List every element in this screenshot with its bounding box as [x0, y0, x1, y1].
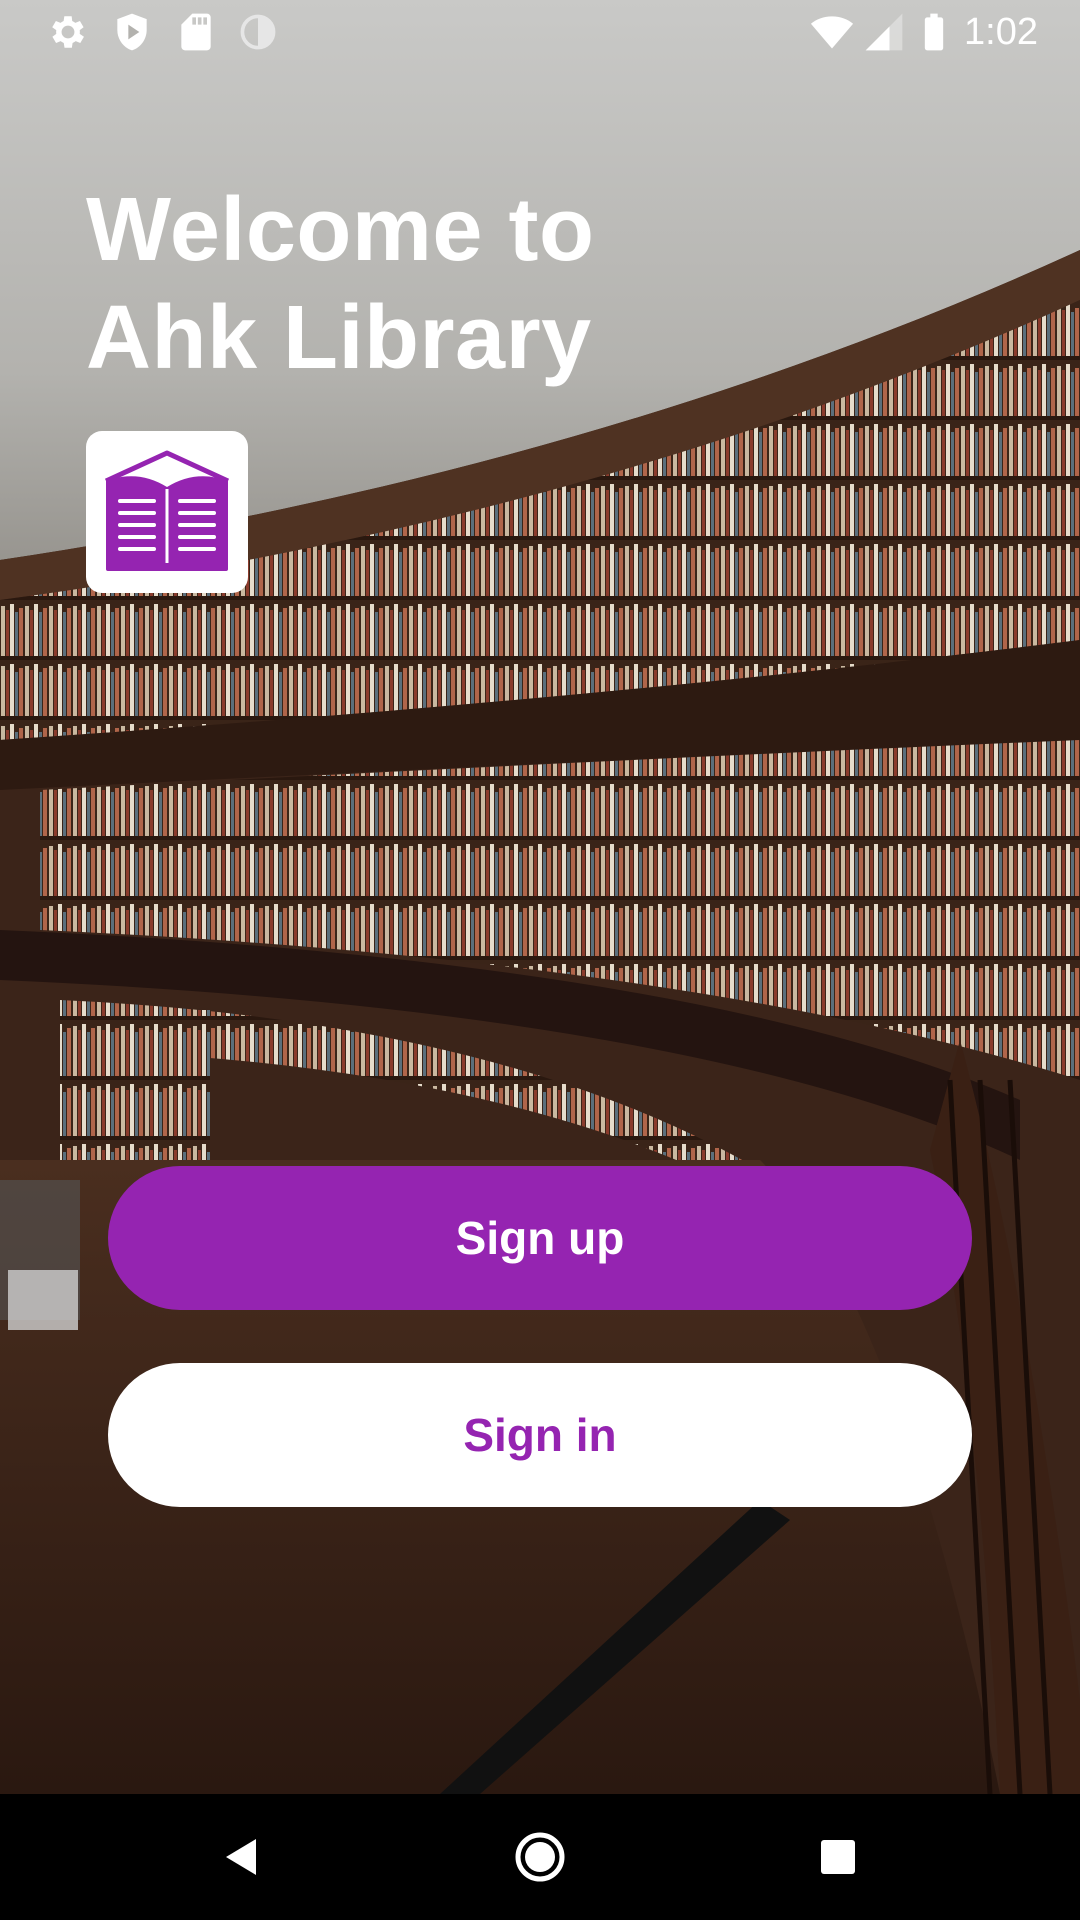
clock-time: 1:02	[964, 11, 1038, 53]
welcome-line-2: Ahk Library	[86, 288, 592, 388]
wifi-icon	[810, 10, 854, 54]
status-bar: 1:02	[0, 0, 1080, 64]
sign-in-button[interactable]: Sign in	[108, 1363, 972, 1507]
cell-signal-icon	[862, 10, 906, 54]
shield-icon	[110, 10, 154, 54]
settings-icon	[46, 10, 90, 54]
open-book-icon	[86, 431, 248, 593]
welcome-heading: Welcome to Ahk Library	[86, 176, 886, 392]
battery-icon	[912, 10, 956, 54]
sd-card-icon	[174, 10, 218, 54]
navigation-bar	[0, 1794, 1080, 1920]
back-icon[interactable]	[212, 1827, 272, 1887]
welcome-screen: 1:02 Welcome to Ahk Library Sign up Sign…	[0, 0, 1080, 1920]
welcome-line-1: Welcome to	[86, 180, 595, 280]
home-icon[interactable]	[510, 1827, 570, 1887]
app-logo	[86, 431, 248, 593]
sync-circle-icon	[236, 10, 280, 54]
recents-icon[interactable]	[808, 1827, 868, 1887]
sign-up-button[interactable]: Sign up	[108, 1166, 972, 1310]
